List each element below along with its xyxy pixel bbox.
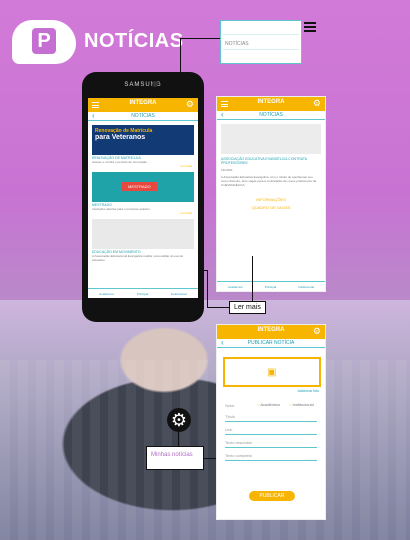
connector: [252, 256, 253, 302]
nav-academic[interactable]: Acadêmico: [228, 285, 243, 289]
phone-brand: SAMSUNG: [124, 82, 162, 88]
screen-header: ‹ NOTÍCIAS: [88, 112, 198, 121]
bottom-nav: Acadêmico Principal Institucional: [217, 281, 325, 291]
connector: [180, 38, 220, 39]
logo-letter: P: [32, 28, 56, 54]
detail-date: 13/10/21: [221, 168, 233, 172]
app-bar: INTEGRA ⚙: [217, 97, 325, 111]
read-more-callout: Ler mais: [229, 301, 266, 314]
link-field[interactable]: Link: [225, 424, 317, 435]
app-logo: INTEGRA: [129, 100, 157, 106]
gear-icon[interactable]: ⚙: [313, 327, 321, 336]
image-icon: ▣: [267, 367, 277, 378]
phone-mockup: SAMSUNG INTEGRA ⚙ ‹ NOTÍCIAS Renovação d…: [82, 72, 204, 322]
app-bar: INTEGRA ⚙: [217, 325, 325, 339]
hamburger-icon[interactable]: [304, 22, 316, 32]
screen-header: ‹ NOTÍCIAS: [217, 111, 325, 120]
radio-academic-label: Acadêmico: [260, 402, 281, 407]
background-city: [0, 360, 410, 540]
radio-icon: ○: [289, 402, 292, 407]
presentation-canvas: P NOTÍCIAS NOTÍCIAS SAMSUNG INTEGRA ⚙ ‹ …: [0, 0, 410, 540]
news-list-screen: INTEGRA ⚙ ‹ NOTÍCIAS Renovação de Matríc…: [88, 98, 198, 298]
add-photo-link[interactable]: Adicionar foto: [298, 389, 319, 393]
back-icon[interactable]: ‹: [92, 112, 95, 120]
nav-institutional[interactable]: Institucional: [171, 292, 187, 296]
connector: [207, 270, 208, 308]
radio-institutional[interactable]: ○ Institucional: [289, 402, 314, 407]
screen-header: ‹ PUBLICAR NOTÍCIA: [217, 339, 325, 348]
detail-title: ASSOCIAÇÃO EDUCATIVA EVANGÉLICA CONTRATA…: [221, 157, 307, 165]
settings-menu-item[interactable]: Minhas notícias: [147, 447, 203, 463]
news-summary: A Associação Educacional Evangélica real…: [92, 254, 184, 262]
gear-icon[interactable]: ⚙: [313, 99, 321, 108]
nav-main[interactable]: Principal: [137, 292, 149, 296]
read-more-link[interactable]: Ler mais: [88, 164, 192, 168]
mini-menu-item-news[interactable]: NOTÍCIAS: [223, 38, 299, 50]
banner-line2: para Veteranos: [95, 134, 146, 141]
radio-academic[interactable]: ○ Acadêmico: [257, 402, 280, 407]
fulltext-field[interactable]: Texto completo: [225, 450, 317, 461]
gear-icon[interactable]: ⚙: [186, 100, 194, 109]
banner-label: MESTRADO: [122, 182, 157, 191]
screen-title: NOTÍCIAS: [259, 112, 283, 118]
detail-body: A Associação Educativa Evangélica, com o…: [221, 175, 317, 187]
app-bar: INTEGRA ⚙: [88, 98, 198, 112]
nav-academic[interactable]: Acadêmico: [99, 292, 114, 296]
back-icon[interactable]: ‹: [221, 339, 224, 347]
settings-menu: Minhas notícias: [146, 446, 204, 470]
nav-institutional[interactable]: Institucional: [298, 285, 314, 289]
camera-icon: [152, 81, 158, 87]
connector: [207, 307, 229, 308]
detail-link-vacancies[interactable]: QUADRO DE VAGAS: [217, 205, 325, 210]
news-detail-screen: INTEGRA ⚙ ‹ NOTÍCIAS ASSOCIAÇÃO EDUCATIV…: [216, 96, 326, 292]
summary-field[interactable]: Texto resumido: [225, 437, 317, 448]
title-field[interactable]: Título: [225, 411, 317, 422]
mini-menu-preview: NOTÍCIAS: [220, 20, 302, 64]
nav-main[interactable]: Principal: [265, 285, 277, 289]
news-banner[interactable]: Renovação de Matrícula para Veteranos: [92, 125, 194, 155]
radio-institutional-label: Institucional: [292, 402, 314, 407]
back-icon[interactable]: ‹: [221, 111, 224, 119]
publish-news-screen: INTEGRA ⚙ ‹ PUBLICAR NOTÍCIA ▣ Adicionar…: [216, 324, 326, 520]
publish-button[interactable]: PUBLICAR: [249, 491, 295, 501]
bottom-nav: Acadêmico Principal Institucional: [88, 288, 198, 298]
read-more-link[interactable]: Ler mais: [88, 211, 192, 215]
app-logo: INTEGRA: [257, 327, 285, 333]
mini-menu-item[interactable]: [223, 23, 299, 35]
detail-link-info[interactable]: INFORMAÇÕES: [217, 197, 325, 202]
connector: [204, 458, 216, 459]
gear-icon[interactable]: ⚙: [167, 408, 191, 432]
news-image[interactable]: [92, 219, 194, 249]
sector-label: Setor: [225, 403, 235, 408]
page-title: NOTÍCIAS: [84, 30, 184, 52]
app-logo: INTEGRA: [257, 99, 285, 105]
image-dropzone[interactable]: ▣: [223, 357, 321, 387]
screen-title: NOTÍCIAS: [131, 113, 155, 119]
screen-title: PUBLICAR NOTÍCIA: [247, 340, 295, 346]
news-banner[interactable]: MESTRADO: [92, 172, 194, 202]
logo-bubble: P: [12, 20, 76, 64]
connector: [178, 432, 179, 446]
banner-line1: Renovação de Matrícula: [95, 128, 153, 134]
detail-image: [221, 124, 321, 154]
